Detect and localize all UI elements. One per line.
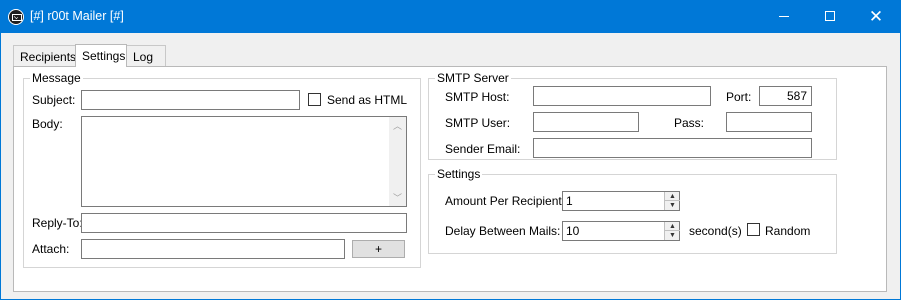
send-as-html-label: Send as HTML [327,93,408,107]
settings-panel: Message Subject: Send as HTML Body: ︿ ﹀ … [13,66,887,292]
body-textarea[interactable]: ︿ ﹀ [81,116,407,207]
sender-email-input[interactable] [533,138,812,158]
message-group-label: Message [30,71,83,85]
scroll-up-icon[interactable]: ︿ [393,119,402,132]
minimize-button[interactable] [761,0,807,33]
pass-input[interactable] [726,112,812,132]
settings-group: Settings Amount Per Recipient: 1 ▲ ▼ Del… [428,168,837,254]
smtp-user-label: SMTP User: [445,116,511,130]
tab-settings[interactable]: Settings [75,44,127,67]
settings-group-label: Settings [435,167,483,181]
smtp-host-input[interactable] [533,86,711,106]
send-as-html-checkbox[interactable] [308,93,321,106]
sender-email-label: Sender Email: [445,142,521,156]
amount-spin-buttons: ▲ ▼ [664,192,680,210]
attach-input[interactable] [81,239,345,259]
tab-recipients[interactable]: Recipients [13,45,76,66]
port-input[interactable] [759,86,812,106]
minimize-icon [779,16,789,17]
message-group: Message Subject: Send as HTML Body: ︿ ﹀ … [23,72,421,268]
body-label: Body: [32,117,63,131]
delay-between-mails-stepper[interactable]: 10 ▲ ▼ [562,221,680,241]
smtp-host-label: SMTP Host: [445,90,510,104]
pass-label: Pass: [674,116,705,130]
smtp-server-group: SMTP Server SMTP Host: Port: SMTP User: … [428,72,837,160]
scroll-down-icon[interactable]: ﹀ [393,191,402,204]
body-scrollbar[interactable]: ︿ ﹀ [389,117,406,206]
attach-label: Attach: [32,242,70,256]
mail-icon [8,9,24,25]
delay-unit-label: second(s) [689,224,742,238]
delay-down-icon[interactable]: ▼ [665,231,680,240]
amount-up-icon[interactable]: ▲ [665,192,680,201]
amount-value: 1 [566,194,573,208]
close-icon: ✕ [868,7,884,26]
subject-label: Subject: [32,93,76,107]
delay-between-mails-label: Delay Between Mails: [445,224,561,238]
delay-up-icon[interactable]: ▲ [665,222,680,231]
tab-log[interactable]: Log [126,45,166,66]
title-bar: [#] r00t Mailer [#] ✕ [0,0,901,33]
smtp-server-group-label: SMTP Server [435,71,511,85]
subject-input[interactable] [81,90,300,110]
reply-to-label: Reply-To: [32,216,83,230]
amount-down-icon[interactable]: ▼ [665,201,680,210]
random-label: Random [765,224,811,238]
delay-value: 10 [566,224,580,238]
amount-per-recipient-label: Amount Per Recipient: [445,194,566,208]
maximize-icon [825,11,835,21]
reply-to-input[interactable] [81,213,407,233]
attach-add-button[interactable]: + [352,240,405,258]
random-checkbox[interactable] [747,223,760,236]
delay-spin-buttons: ▲ ▼ [664,222,680,240]
amount-per-recipient-stepper[interactable]: 1 ▲ ▼ [562,191,680,211]
smtp-user-input[interactable] [533,112,639,132]
window-title: [#] r00t Mailer [#] [30,9,124,23]
port-label: Port: [726,90,752,104]
maximize-button[interactable] [807,0,853,33]
close-button[interactable]: ✕ [853,0,899,33]
